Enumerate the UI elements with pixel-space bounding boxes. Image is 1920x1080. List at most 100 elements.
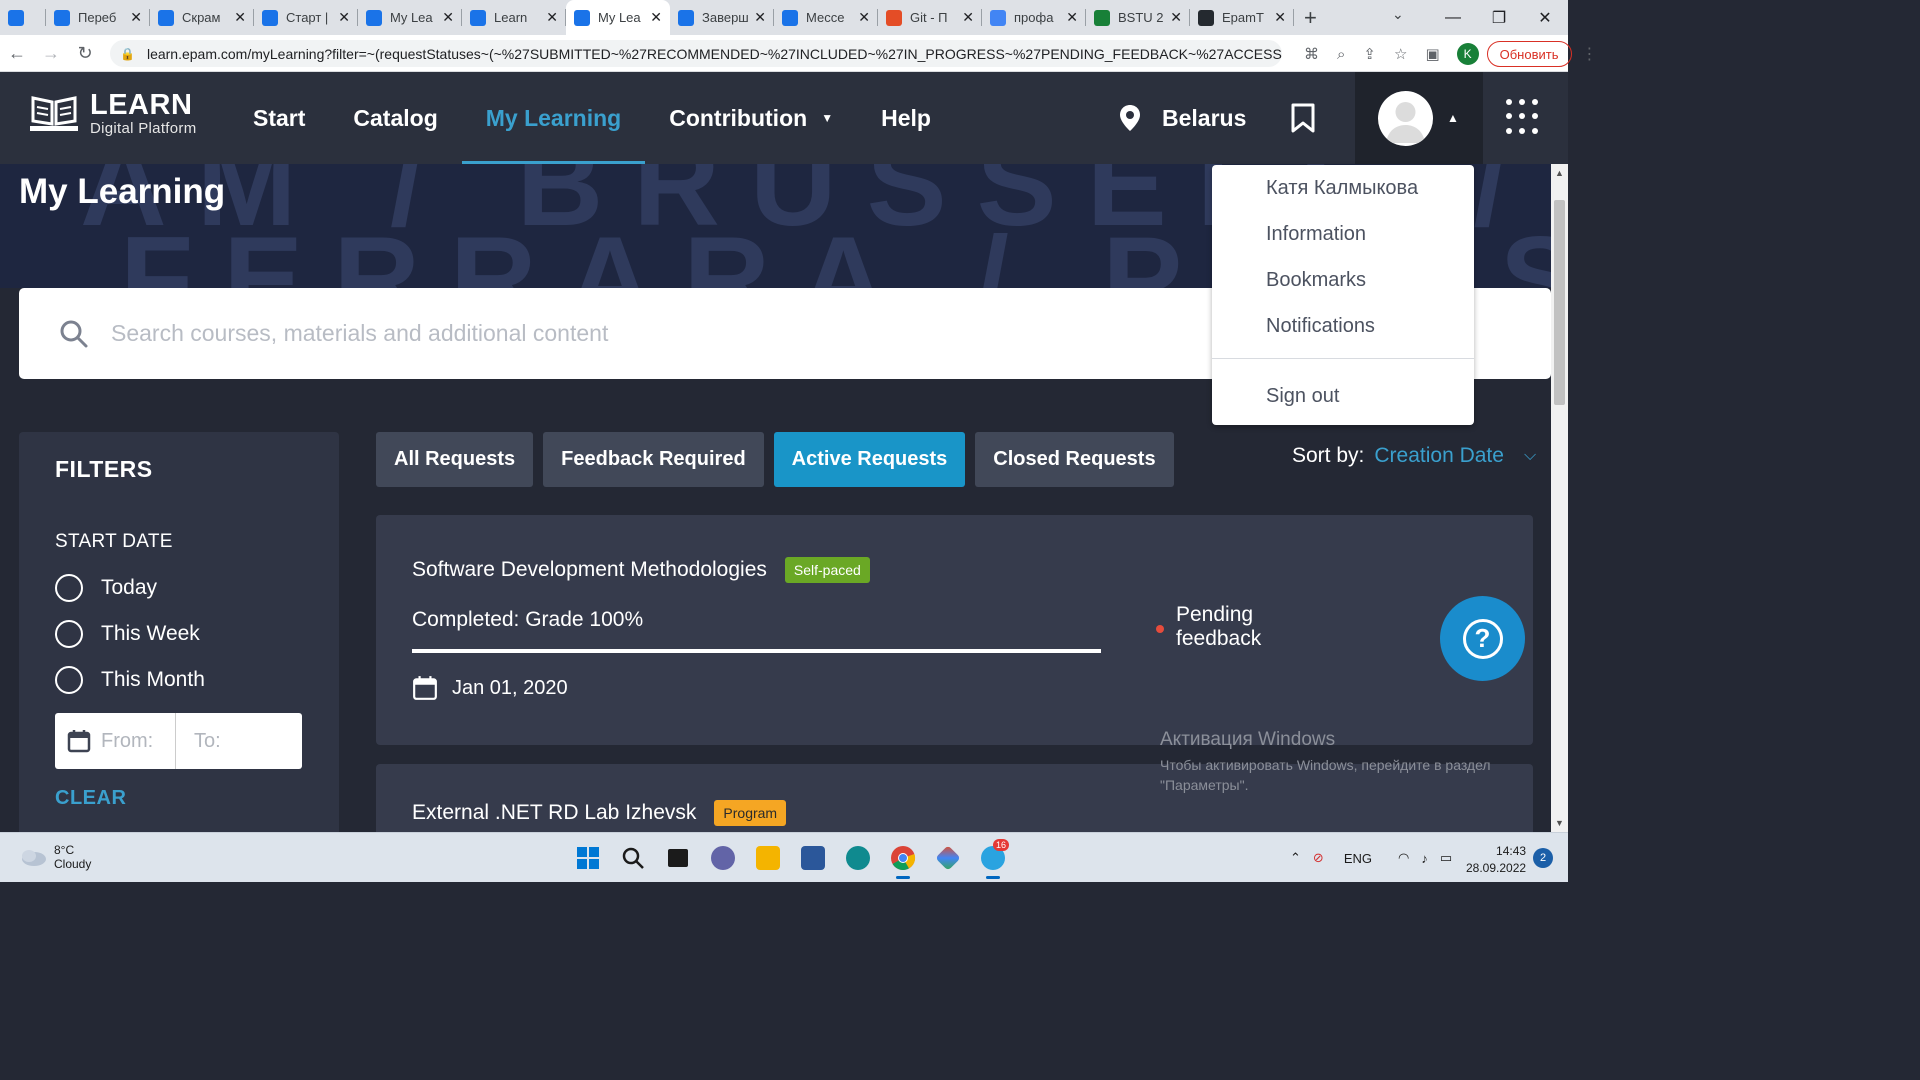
logo[interactable]: LEARN Digital Platform	[28, 90, 197, 137]
help-button[interactable]: ?	[1440, 596, 1525, 681]
menu-item-information[interactable]: Information	[1212, 211, 1474, 257]
scroll-up-icon[interactable]: ▲	[1555, 168, 1564, 178]
browser-tab[interactable]: My Lea ✕	[358, 0, 462, 35]
close-tab-icon[interactable]: ✕	[1066, 9, 1078, 26]
language-indicator[interactable]: ENG	[1344, 851, 1372, 866]
browser-tab[interactable]: Скрам ✕	[150, 0, 254, 35]
chevron-down-icon[interactable]: ⌵	[1524, 447, 1536, 465]
clear-filters-button[interactable]: CLEAR	[55, 787, 303, 810]
weather-widget[interactable]: 8°C Cloudy	[18, 843, 91, 871]
nav-help[interactable]: Help	[857, 72, 955, 164]
radio-circle[interactable]	[55, 666, 83, 694]
url-text[interactable]: learn.epam.com/myLearning?filter=~(reque…	[147, 46, 1282, 62]
browser-tab[interactable]: Заверш ✕	[670, 0, 774, 35]
tab-active-requests[interactable]: Active Requests	[773, 432, 966, 487]
search-input[interactable]	[111, 320, 1211, 347]
store-icon[interactable]	[790, 841, 835, 875]
menu-icon[interactable]: ⋮	[1582, 44, 1598, 64]
restore-icon[interactable]: ❐	[1476, 8, 1522, 28]
close-tab-icon[interactable]: ✕	[130, 9, 142, 26]
chevron-up-icon[interactable]: ⌃	[1290, 850, 1301, 866]
tab-search-icon[interactable]: ⌄	[1392, 6, 1404, 23]
battery-icon[interactable]: ▭	[1440, 850, 1452, 866]
nav-catalog[interactable]: Catalog	[329, 72, 461, 164]
sort-value[interactable]: Creation Date	[1374, 444, 1504, 468]
menu-item-notifications[interactable]: Notifications	[1212, 303, 1474, 349]
browser-tab[interactable]: Переб ✕	[46, 0, 150, 35]
network-status-icon[interactable]: ⊘	[1313, 850, 1324, 866]
browser-tab[interactable]: EpamT ✕	[1190, 0, 1294, 35]
profile-avatar[interactable]: K	[1456, 43, 1479, 65]
search-icon[interactable]	[59, 319, 89, 349]
radio-circle[interactable]	[55, 574, 83, 602]
telegram-icon[interactable]: 16	[970, 839, 1015, 879]
close-tab-icon[interactable]: ✕	[650, 9, 662, 26]
share-icon[interactable]: ⇪	[1363, 45, 1376, 63]
close-tab-icon[interactable]: ✕	[962, 9, 974, 26]
date-to-field[interactable]: To:	[176, 713, 302, 769]
tab-feedback-required[interactable]: Feedback Required	[543, 432, 764, 487]
file-explorer-icon[interactable]	[745, 841, 790, 875]
lock-icon[interactable]: 🔒	[120, 47, 135, 61]
browser-tab[interactable]: Learn ✕	[462, 0, 566, 35]
wifi-icon[interactable]: ◠	[1398, 850, 1409, 866]
task-view-icon[interactable]	[655, 841, 700, 875]
apps-grid-icon[interactable]	[1506, 99, 1538, 135]
sort-by[interactable]: Sort by: Creation Date ⌵	[1292, 444, 1536, 468]
scroll-down-icon[interactable]: ▼	[1555, 818, 1564, 828]
browser-tab[interactable]: BSTU 2 ✕	[1086, 0, 1190, 35]
close-tab-icon[interactable]: ✕	[442, 9, 454, 26]
page-scrollbar[interactable]: ▲ ▼	[1551, 164, 1568, 832]
radio-this-month[interactable]: This Month	[55, 657, 303, 703]
star-icon[interactable]: ☆	[1394, 45, 1407, 63]
close-tab-icon[interactable]: ✕	[338, 9, 350, 26]
forward-icon[interactable]: →	[34, 43, 68, 64]
nav-my-learning[interactable]: My Learning	[461, 72, 646, 164]
date-from-field[interactable]: From:	[55, 713, 176, 769]
browser-tab[interactable]: My Lea ✕	[566, 0, 670, 35]
close-tab-icon[interactable]: ✕	[234, 9, 246, 26]
chrome-icon[interactable]	[880, 841, 925, 879]
sidepanel-icon[interactable]: ▣	[1425, 45, 1439, 63]
nav-contribution[interactable]: Contribution ▼	[645, 72, 857, 164]
notification-badge[interactable]: 2	[1533, 848, 1553, 868]
radio-this-week[interactable]: This Week	[55, 611, 303, 657]
zoom-icon[interactable]: ⌕	[1337, 46, 1345, 63]
close-tab-icon[interactable]: ✕	[858, 9, 870, 26]
close-window-icon[interactable]: ✕	[1522, 8, 1568, 28]
clock[interactable]: 14:43 28.09.2022	[1466, 843, 1526, 877]
course-title[interactable]: Software Development Methodologies	[412, 558, 767, 582]
teams-chat-icon[interactable]	[700, 841, 745, 875]
close-tab-icon[interactable]: ✕	[1170, 9, 1182, 26]
location-selector[interactable]: Belarus	[1118, 72, 1246, 164]
close-tab-icon[interactable]: ✕	[546, 9, 558, 26]
browser-tab[interactable]: профа ✕	[982, 0, 1086, 35]
git-app-icon[interactable]	[925, 841, 970, 875]
bookmark-icon[interactable]	[1290, 103, 1316, 133]
new-tab-button[interactable]: +	[1304, 5, 1317, 31]
request-card[interactable]: Software Development Methodologies Self-…	[376, 515, 1533, 745]
menu-item-sign-out[interactable]: Sign out	[1212, 373, 1474, 419]
address-bar[interactable]: 🔒 learn.epam.com/myLearning?filter=~(req…	[110, 40, 1282, 67]
translate-icon[interactable]: ⌘	[1304, 45, 1319, 63]
taskbar-search-icon[interactable]	[610, 841, 655, 875]
course-title[interactable]: External .NET RD Lab Izhevsk	[412, 801, 696, 825]
volume-icon[interactable]: ♪	[1421, 851, 1428, 866]
close-tab-icon[interactable]: ✕	[1274, 9, 1286, 26]
menu-item-bookmarks[interactable]: Bookmarks	[1212, 257, 1474, 303]
radio-today[interactable]: Today	[55, 565, 303, 611]
browser-tab[interactable]: Старт | ✕	[254, 0, 358, 35]
close-tab-icon[interactable]: ✕	[754, 9, 766, 26]
minimize-icon[interactable]: —	[1430, 9, 1476, 27]
start-icon[interactable]	[565, 841, 610, 875]
reload-icon[interactable]: ↻	[68, 43, 102, 64]
scroll-thumb[interactable]	[1554, 200, 1565, 405]
tab-closed-requests[interactable]: Closed Requests	[975, 432, 1174, 487]
user-menu-toggle[interactable]: ▲	[1355, 72, 1483, 164]
browser-tab[interactable]: Git - П ✕	[878, 0, 982, 35]
back-icon[interactable]: ←	[0, 43, 34, 64]
update-button[interactable]: Обновить	[1486, 41, 1572, 67]
tab-all-requests[interactable]: All Requests	[376, 432, 534, 487]
browser-tab[interactable]: ✕	[0, 0, 46, 35]
edge-icon[interactable]	[835, 841, 880, 875]
